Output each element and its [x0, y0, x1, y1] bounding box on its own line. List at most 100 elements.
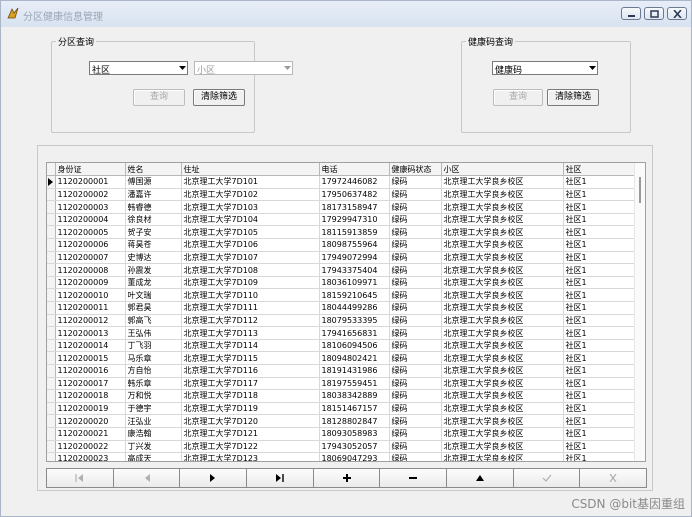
table-cell[interactable]: 1120200017 [55, 377, 126, 391]
table-cell[interactable]: 17950637482 [319, 188, 390, 202]
table-row[interactable]: 1120200014 丁飞羽 北京理工大学7D114 18106094506 绿码 北京理… [47, 339, 636, 353]
table-cell[interactable]: 北京理工大学良乡校区 [441, 351, 564, 365]
table-cell[interactable]: 北京理工大学良乡校区 [441, 389, 564, 403]
table-cell[interactable]: 郭君昊 [125, 301, 182, 315]
table-cell[interactable]: 北京理工大学7D122 [181, 440, 320, 454]
table-cell[interactable]: 北京理工大学良乡校区 [441, 200, 564, 214]
table-cell[interactable]: 绿码 [389, 288, 442, 303]
table-row[interactable]: 1120200020 汪弘业 北京理工大学7D120 18128802847 绿码 北京理… [47, 414, 636, 428]
title-bar[interactable]: 分区健康信息管理 [1, 1, 691, 27]
table-cell[interactable]: 北京理工大学7D102 [181, 188, 320, 202]
row-indicator[interactable] [47, 364, 56, 378]
table-cell[interactable]: 北京理工大学良乡校区 [441, 276, 564, 290]
table-cell[interactable]: 社区1 [563, 175, 636, 189]
health-query-button[interactable]: 查询 [493, 89, 543, 106]
row-indicator[interactable] [47, 389, 56, 403]
table-cell[interactable]: 北京理工大学7D107 [181, 251, 320, 265]
table-cell[interactable]: 北京理工大学7D110 [181, 288, 320, 303]
table-row[interactable]: 1120200002 潘嘉许 北京理工大学7D102 17950637482 绿码 北京理… [47, 188, 636, 202]
table-cell[interactable]: 绿码 [389, 225, 442, 240]
table-cell[interactable]: 韩乐章 [125, 377, 182, 391]
vertical-scrollbar[interactable] [634, 163, 645, 461]
table-cell[interactable]: 1120200009 [55, 276, 126, 290]
table-cell[interactable]: 北京理工大学7D116 [181, 364, 320, 378]
table-cell[interactable]: 北京理工大学7D103 [181, 200, 320, 214]
chevron-down-icon[interactable] [281, 62, 292, 74]
table-cell[interactable]: 社区1 [563, 213, 636, 227]
table-cell[interactable]: 18038342889 [319, 389, 390, 403]
table-cell[interactable]: 社区1 [563, 364, 636, 378]
table-cell[interactable]: 社区1 [563, 452, 636, 461]
table-cell[interactable]: 绿码 [389, 402, 442, 416]
table-row[interactable]: 1120200016 方自怡 北京理工大学7D116 18191431986 绿码 北京理… [47, 364, 636, 378]
table-row[interactable]: 1120200006 蒋昊苍 北京理工大学7D106 18098755964 绿码 北京理… [47, 238, 636, 252]
table-cell[interactable]: 1120200023 [55, 452, 126, 461]
table-cell[interactable]: 社区1 [563, 251, 636, 265]
table-cell[interactable]: 北京理工大学7D106 [181, 238, 320, 252]
table-row[interactable]: 1120200009 董成龙 北京理工大学7D109 18036109971 绿码 北京理… [47, 276, 636, 290]
nav-edit-button[interactable] [446, 468, 514, 488]
table-cell[interactable]: 1120200015 [55, 351, 126, 365]
table-cell[interactable]: 社区1 [563, 414, 636, 428]
table-cell[interactable]: 北京理工大学良乡校区 [441, 175, 564, 189]
table-cell[interactable]: 绿码 [389, 339, 442, 353]
table-cell[interactable]: 绿码 [389, 276, 442, 290]
table-cell[interactable]: 绿码 [389, 326, 442, 340]
table-cell[interactable]: 1120200014 [55, 339, 126, 353]
table-cell[interactable]: 北京理工大学7D115 [181, 351, 320, 365]
table-cell[interactable]: 绿码 [389, 238, 442, 252]
table-cell[interactable]: 17949072994 [319, 251, 390, 265]
table-cell[interactable]: 1120200002 [55, 188, 126, 202]
row-indicator[interactable] [47, 314, 56, 328]
table-cell[interactable]: 王弘伟 [125, 326, 182, 340]
nav-cancel-button[interactable] [579, 468, 648, 488]
table-cell[interactable]: 18191431986 [319, 364, 390, 378]
table-cell[interactable]: 叶文瑞 [125, 288, 182, 303]
row-indicator[interactable] [47, 276, 56, 290]
health-clear-button[interactable]: 清除筛选 [547, 89, 599, 106]
table-cell[interactable]: 郭高飞 [125, 314, 182, 328]
row-indicator[interactable] [47, 188, 56, 202]
table-cell[interactable]: 北京理工大学7D119 [181, 402, 320, 416]
table-cell[interactable]: 孙震发 [125, 263, 182, 277]
column-header[interactable]: 姓名 [125, 163, 182, 177]
table-cell[interactable]: 18044499286 [319, 301, 390, 315]
table-cell[interactable]: 社区1 [563, 301, 636, 315]
table-row[interactable]: 1120200017 韩乐章 北京理工大学7D117 18197559451 绿码 北京理… [47, 377, 636, 391]
table-cell[interactable]: 北京理工大学7D123 [181, 452, 320, 461]
table-cell[interactable]: 1120200006 [55, 238, 126, 252]
table-cell[interactable]: 绿码 [389, 377, 442, 391]
table-cell[interactable]: 社区1 [563, 188, 636, 202]
table-cell[interactable]: 北京理工大学7D111 [181, 301, 320, 315]
row-indicator[interactable] [47, 263, 56, 277]
table-cell[interactable]: 北京理工大学7D121 [181, 427, 320, 441]
table-cell[interactable]: 1120200019 [55, 402, 126, 416]
table-cell[interactable]: 万和悦 [125, 389, 182, 403]
nav-next-button[interactable] [179, 468, 248, 488]
row-indicator[interactable] [47, 301, 56, 315]
row-indicator[interactable] [47, 377, 56, 391]
table-cell[interactable]: 17929947310 [319, 213, 390, 227]
table-cell[interactable]: 社区1 [563, 314, 636, 328]
table-cell[interactable]: 绿码 [389, 175, 442, 189]
table-cell[interactable]: 康浩翰 [125, 427, 182, 441]
table-cell[interactable]: 绿码 [389, 314, 442, 328]
table-cell[interactable]: 绿码 [389, 452, 442, 461]
chevron-down-icon[interactable] [586, 62, 597, 74]
table-cell[interactable]: 1120200010 [55, 288, 126, 303]
row-indicator[interactable] [47, 351, 56, 365]
table-row[interactable]: 1120200013 王弘伟 北京理工大学7D113 17941656831 绿码 北京理… [47, 326, 636, 340]
row-indicator[interactable] [47, 440, 56, 454]
table-cell[interactable]: 北京理工大学良乡校区 [441, 339, 564, 353]
table-row[interactable]: 1120200011 郭君昊 北京理工大学7D111 18044499286 绿码 北京理… [47, 301, 636, 315]
table-row[interactable]: 1120200010 叶文瑞 北京理工大学7D110 18159210645 绿码 北京理… [47, 288, 636, 303]
table-cell[interactable]: 北京理工大学7D108 [181, 263, 320, 277]
table-cell[interactable]: 绿码 [389, 389, 442, 403]
table-cell[interactable]: 马乐章 [125, 351, 182, 365]
scrollbar-thumb[interactable] [639, 177, 641, 203]
table-cell[interactable]: 绿码 [389, 440, 442, 454]
table-cell[interactable]: 1120200016 [55, 364, 126, 378]
table-cell[interactable]: 18173158947 [319, 200, 390, 214]
table-cell[interactable]: 潘嘉许 [125, 188, 182, 202]
table-cell[interactable]: 社区1 [563, 377, 636, 391]
